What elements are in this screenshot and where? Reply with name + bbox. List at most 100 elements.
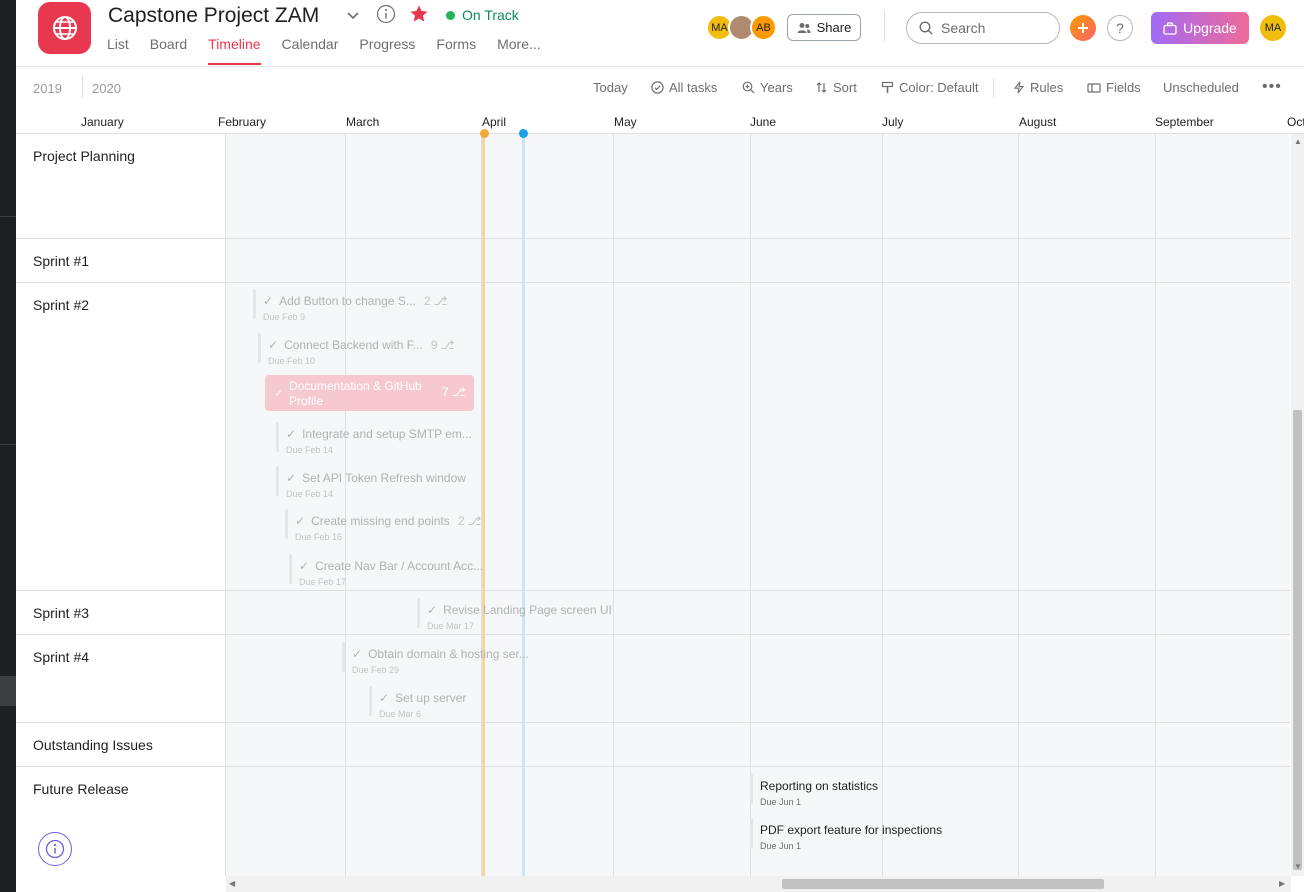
timeline-toolbar: 2019 2020 Today All tasks Years Sort Col… — [16, 68, 1304, 108]
task-due: Due Mar 6 — [379, 709, 422, 719]
rules-button[interactable]: Rules — [1013, 80, 1063, 95]
tab-timeline[interactable]: Timeline — [208, 36, 270, 67]
help-button[interactable]: ? — [1107, 15, 1133, 41]
task-bar-highlighted[interactable]: ✓ Documentation & GitHub Profile 7 ⎇ — [265, 375, 474, 411]
current-date-line — [522, 134, 525, 876]
quick-add-button[interactable] — [1070, 15, 1096, 41]
floating-info-button[interactable] — [38, 832, 72, 866]
tab-progress[interactable]: Progress — [359, 36, 425, 67]
upgrade-button[interactable]: Upgrade — [1151, 12, 1249, 44]
section-sprint-3[interactable]: Sprint #3 — [16, 591, 226, 635]
info-icon[interactable] — [376, 4, 396, 24]
scroll-down-icon[interactable]: ▼ — [1294, 862, 1302, 871]
globe-icon — [52, 16, 77, 40]
scrollbar-thumb[interactable] — [1293, 410, 1302, 870]
today-button[interactable]: Today — [593, 80, 628, 95]
task-handle — [289, 554, 292, 584]
plus-icon — [1078, 23, 1088, 33]
star-icon[interactable] — [409, 4, 429, 24]
task-due: Due Feb 14 — [286, 445, 334, 455]
year-2020[interactable]: 2020 — [92, 81, 121, 96]
task-name: Revise Landing Page screen UI — [443, 603, 612, 617]
month-label: March — [346, 115, 380, 129]
project-title[interactable]: Capstone Project ZAM — [108, 4, 319, 28]
month-header: January February March April May June Ju… — [16, 108, 1304, 134]
horizontal-scrollbar[interactable]: ◀ ▶ — [226, 876, 1291, 892]
vertical-scrollbar[interactable]: ▲ ▼ — [1291, 134, 1304, 876]
tab-more[interactable]: More... — [497, 36, 551, 67]
task-due: Due Mar 17 — [427, 621, 475, 631]
search-input[interactable]: Search — [906, 12, 1060, 44]
member-avatars[interactable]: MA AB — [706, 14, 780, 41]
zoom-years-button[interactable]: Years — [742, 80, 793, 95]
section-sprint-2[interactable]: Sprint #2 — [16, 283, 226, 591]
task-due: Due Jun 1 — [760, 841, 802, 851]
color-button[interactable]: Color: Default — [881, 80, 978, 95]
subtask-count: 9 ⎇ — [431, 338, 455, 352]
search-icon — [919, 21, 933, 35]
info-icon — [45, 839, 65, 859]
section-sprint-1[interactable]: Sprint #1 — [16, 239, 226, 283]
fields-button[interactable]: Fields — [1087, 80, 1141, 95]
tab-board[interactable]: Board — [150, 36, 197, 67]
color-label: Color: Default — [899, 80, 979, 95]
scroll-up-icon[interactable]: ▲ — [1294, 137, 1302, 146]
today-label: Today — [593, 80, 628, 95]
month-label: August — [1019, 115, 1057, 129]
user-avatar[interactable]: MA — [1260, 15, 1286, 41]
task-name: Reporting on statistics — [760, 779, 879, 793]
unscheduled-label: Unscheduled — [1163, 80, 1239, 95]
task-handle — [417, 598, 420, 628]
year-2019[interactable]: 2019 — [33, 81, 62, 96]
section-outstanding-issues[interactable]: Outstanding Issues — [16, 723, 226, 767]
timeline-grid[interactable] — [226, 134, 1290, 876]
month-gridline — [345, 134, 346, 876]
share-label: Share — [816, 20, 852, 35]
project-icon[interactable] — [38, 2, 91, 54]
task-due: Due Feb 29 — [352, 665, 400, 675]
chevron-down-icon[interactable] — [344, 6, 362, 24]
scrollbar-thumb[interactable] — [782, 879, 1104, 889]
section-list: Project Planning Sprint #1 Sprint #2 Spr… — [16, 134, 226, 876]
task-name: Obtain domain & hosting ser... — [368, 647, 529, 661]
tab-forms[interactable]: Forms — [436, 36, 486, 67]
tab-calendar[interactable]: Calendar — [282, 36, 349, 67]
check-icon: ✓ — [299, 559, 310, 573]
task-name-row: ✓ Obtain domain & hosting ser... — [352, 647, 529, 661]
task-handle — [258, 333, 261, 363]
share-button[interactable]: Share — [787, 14, 861, 41]
tab-list[interactable]: List — [107, 36, 139, 67]
check-circle-icon — [651, 81, 664, 94]
task-handle — [253, 289, 256, 319]
section-sprint-4[interactable]: Sprint #4 — [16, 635, 226, 723]
sort-icon — [816, 82, 827, 93]
year-divider — [82, 76, 83, 98]
month-gridline — [613, 134, 614, 876]
scroll-right-icon[interactable]: ▶ — [1279, 879, 1285, 888]
task-handle — [750, 818, 753, 848]
task-name: Connect Backend with F... — [284, 338, 423, 352]
unscheduled-button[interactable]: Unscheduled — [1163, 80, 1239, 95]
subtask-icon: ⎇ — [467, 514, 482, 528]
section-project-planning[interactable]: Project Planning — [16, 134, 226, 239]
section-label: Project Planning — [33, 148, 135, 164]
task-name-row: ✓ Integrate and setup SMTP em... — [286, 427, 472, 441]
scroll-left-icon[interactable]: ◀ — [229, 879, 235, 888]
task-name: Documentation & GitHub Profile — [289, 379, 422, 408]
more-options-icon[interactable]: ••• — [1262, 78, 1282, 96]
section-label: Sprint #2 — [33, 297, 90, 313]
task-name: Integrate and setup SMTP em... — [302, 427, 472, 441]
section-label: Sprint #3 — [33, 605, 90, 621]
avatar[interactable]: AB — [750, 14, 777, 41]
project-status[interactable]: On Track — [446, 7, 519, 23]
check-icon: ✓ — [295, 514, 306, 528]
check-icon: ✓ — [268, 338, 279, 352]
task-name-row: ✓ Connect Backend with F... 9 ⎇ — [268, 338, 454, 352]
sort-button[interactable]: Sort — [815, 80, 857, 95]
task-name: Create Nav Bar / Account Acc... — [315, 559, 484, 573]
all-tasks-button[interactable]: All tasks — [651, 80, 717, 95]
subtask-count: 2 ⎇ — [424, 294, 448, 308]
sidebar-active-item[interactable] — [0, 676, 16, 706]
subtask-number: 9 — [430, 338, 438, 352]
years-label: Years — [760, 80, 793, 95]
